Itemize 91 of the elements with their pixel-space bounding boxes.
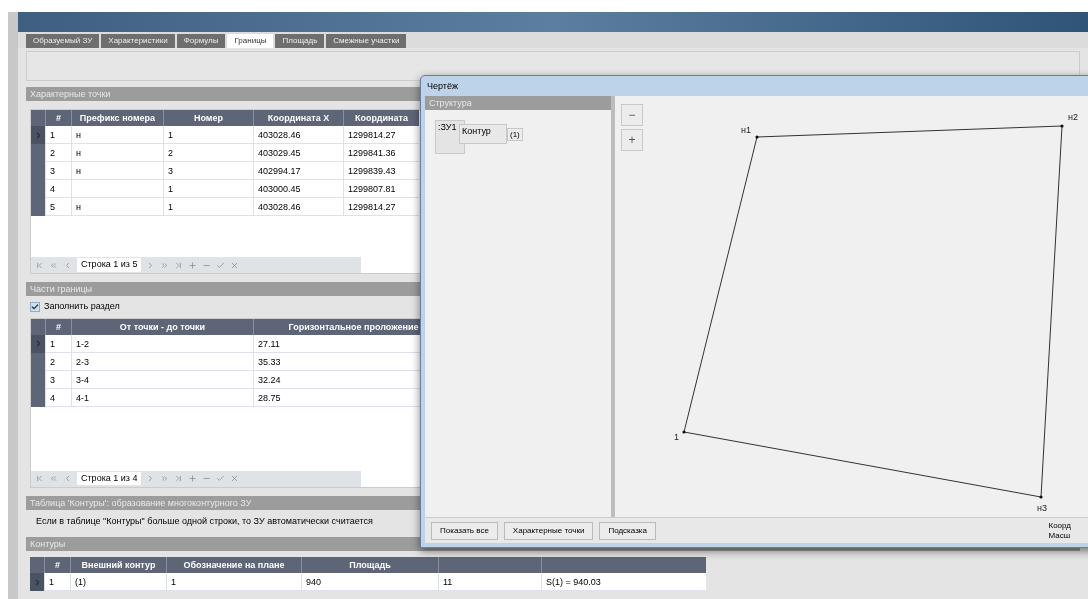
- vertex-label: н1: [741, 125, 751, 135]
- tab[interactable]: Характеристики: [101, 34, 175, 48]
- pager-nav-icon[interactable]: [188, 474, 198, 483]
- column-header: От точки - до точки: [71, 318, 253, 335]
- table-cell: 1: [163, 126, 253, 144]
- dialog-button[interactable]: Подсказка: [599, 521, 656, 540]
- tab[interactable]: Границы: [227, 34, 274, 48]
- pager-nav-icon[interactable]: [49, 260, 58, 270]
- row-counter: Строка 1 из 4: [77, 471, 142, 486]
- column-header: Площадь: [301, 557, 438, 573]
- table-cell: 1299841.36: [343, 144, 419, 162]
- pager-nav-icon[interactable]: [35, 474, 44, 483]
- vertex-label: н2: [1068, 112, 1078, 122]
- table-cell: 2: [163, 144, 253, 162]
- vertex-marker: [1060, 124, 1064, 128]
- pager-nav-icon[interactable]: [63, 474, 72, 483]
- table-cell: 1299839.43: [343, 162, 419, 180]
- table-cell: 403028.46: [253, 198, 343, 216]
- checkbox[interactable]: [30, 301, 40, 312]
- vertex-marker: [682, 430, 686, 434]
- row-header-corner: [31, 318, 45, 335]
- table-cell: 1: [163, 198, 253, 216]
- table-cell: н: [71, 126, 163, 144]
- table-cell: 1: [45, 126, 71, 144]
- row-counter: Строка 1 из 5: [77, 258, 142, 272]
- tab[interactable]: Смежные участки: [326, 34, 407, 48]
- row-header[interactable]: [31, 144, 45, 162]
- table-cell: 1299814.27: [343, 198, 419, 216]
- table-cell: 2: [45, 144, 71, 162]
- dialog-button[interactable]: Характерные точки: [503, 521, 594, 540]
- table-cell: 4: [45, 180, 71, 198]
- table-cell: н: [71, 144, 163, 162]
- vertex-label: н3: [1037, 503, 1047, 513]
- tab[interactable]: Площадь: [275, 34, 325, 48]
- column-header: Обозначение на плане: [166, 557, 301, 573]
- table-cell: 402994.17: [253, 162, 343, 180]
- checkbox-label: Заполнить раздел: [44, 300, 120, 313]
- column-header: Координата X: [253, 110, 343, 126]
- table-cell: 1299807.81: [343, 180, 419, 198]
- column-header: #: [45, 318, 71, 335]
- tab[interactable]: Образуемый ЗУ: [26, 34, 100, 48]
- table-cell: 1: [163, 180, 253, 198]
- status-text: Коорд: [1048, 520, 1071, 531]
- table-cell: 403029.45: [253, 144, 343, 162]
- table-cell: 5: [45, 198, 71, 216]
- pager-nav-icon[interactable]: [160, 260, 170, 270]
- zoom-button[interactable]: +: [621, 129, 643, 151]
- table-cell: н: [71, 198, 163, 216]
- row-header-corner: [31, 110, 45, 126]
- table-cell: 3: [163, 162, 253, 180]
- column-header: #: [45, 110, 71, 126]
- tree-leaf[interactable]: (1): [507, 128, 523, 141]
- pager-nav-icon[interactable]: [188, 260, 198, 270]
- table-cell: S(1) = 940.03: [541, 573, 706, 591]
- table-cell: 11: [438, 573, 541, 591]
- table-cell: 403028.46: [253, 126, 343, 144]
- pager-nav-icon[interactable]: [230, 260, 240, 270]
- pager-nav-icon[interactable]: [49, 474, 58, 483]
- row-header[interactable]: [30, 573, 44, 591]
- zoom-button[interactable]: −: [621, 104, 643, 126]
- column-header: Префикс номера: [71, 110, 163, 126]
- row-header[interactable]: [31, 198, 45, 216]
- tree-node[interactable]: Контур: [459, 124, 507, 144]
- table-cell: н: [71, 162, 163, 180]
- tab[interactable]: Формулы: [176, 34, 226, 48]
- table-cell: 1299814.27: [343, 126, 419, 144]
- column-header: #: [44, 557, 70, 573]
- pager-nav-icon[interactable]: [35, 260, 44, 270]
- vertex-marker: [1039, 495, 1043, 499]
- pager-nav-icon[interactable]: [63, 260, 72, 270]
- dialog-button[interactable]: Показать все: [431, 521, 498, 540]
- table-cell: 940: [301, 573, 438, 591]
- column-header: Координата: [343, 110, 419, 126]
- pager-nav-icon[interactable]: [174, 260, 184, 270]
- pager-nav-icon[interactable]: [230, 474, 240, 483]
- table-cell: 3: [45, 162, 71, 180]
- info-text: Если в таблице "Контуры" больше одной строки, то ЗУ автоматически считается: [36, 514, 373, 528]
- table-cell: 403000.45: [253, 180, 343, 198]
- column-header: Внешний контур: [70, 557, 166, 573]
- column-header: Номер: [163, 110, 253, 126]
- check-icon: [31, 302, 39, 311]
- row-header-corner: [30, 557, 44, 573]
- vertex-marker: [755, 135, 759, 139]
- table-cell: 1: [166, 573, 301, 591]
- pager-nav-icon[interactable]: [160, 474, 170, 483]
- section-header: Структура: [425, 96, 611, 110]
- vertex-label: 1: [674, 432, 679, 442]
- row-header[interactable]: [31, 126, 45, 144]
- table-cell: 1: [44, 573, 70, 591]
- table-cell: (1): [70, 573, 166, 591]
- pager-nav-icon[interactable]: [174, 474, 184, 483]
